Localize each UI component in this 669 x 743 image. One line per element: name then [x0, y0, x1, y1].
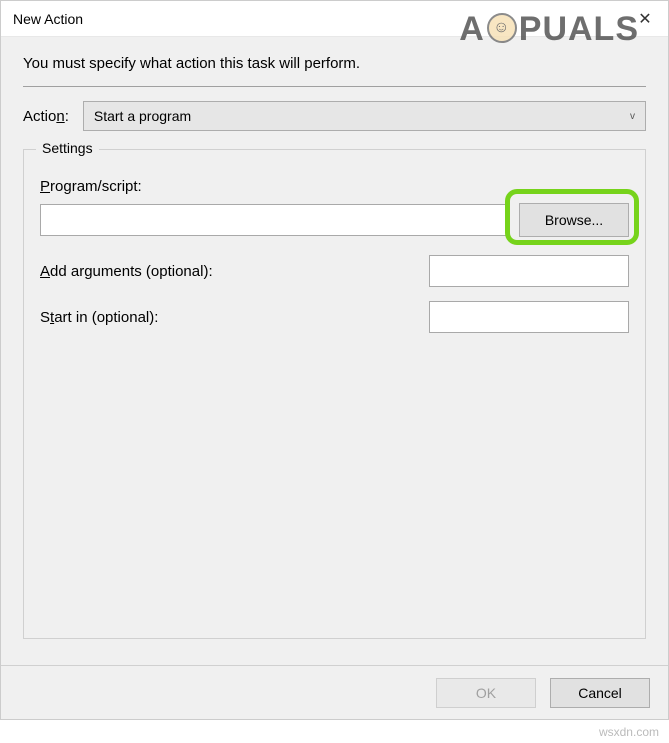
instruction-text: You must specify what action this task w… [23, 55, 646, 72]
arguments-input[interactable] [429, 255, 629, 287]
settings-legend: Settings [36, 140, 99, 156]
startin-label: Start in (optional): [40, 309, 429, 326]
action-row: Action: Start a program v [23, 101, 646, 131]
startin-input[interactable] [429, 301, 629, 333]
arguments-label: Add arguments (optional): [40, 263, 429, 280]
ok-button: OK [436, 678, 536, 708]
cancel-button[interactable]: Cancel [550, 678, 650, 708]
window-title: New Action [13, 11, 83, 27]
close-icon: ✕ [638, 9, 651, 29]
new-action-dialog: New Action ✕ You must specify what actio… [0, 0, 669, 720]
action-dropdown-value: Start a program [94, 108, 630, 124]
action-dropdown[interactable]: Start a program v [83, 101, 646, 131]
watermark-logo: A ☺ PUALS [459, 10, 639, 49]
button-bar: OK Cancel [1, 665, 668, 719]
face-icon: ☺ [487, 13, 517, 43]
arguments-row: Add arguments (optional): [40, 255, 629, 287]
settings-fieldset: Settings Program/script: Browse... Add a… [23, 149, 646, 639]
action-label: Action: [23, 108, 69, 125]
divider [23, 86, 646, 87]
program-script-input[interactable] [40, 204, 509, 236]
startin-row: Start in (optional): [40, 301, 629, 333]
watermark-text: wsxdn.com [599, 725, 659, 739]
chevron-down-icon: v [630, 111, 635, 122]
dialog-content: You must specify what action this task w… [1, 37, 668, 665]
browse-button[interactable]: Browse... [519, 203, 629, 237]
program-script-label: Program/script: [40, 178, 629, 195]
